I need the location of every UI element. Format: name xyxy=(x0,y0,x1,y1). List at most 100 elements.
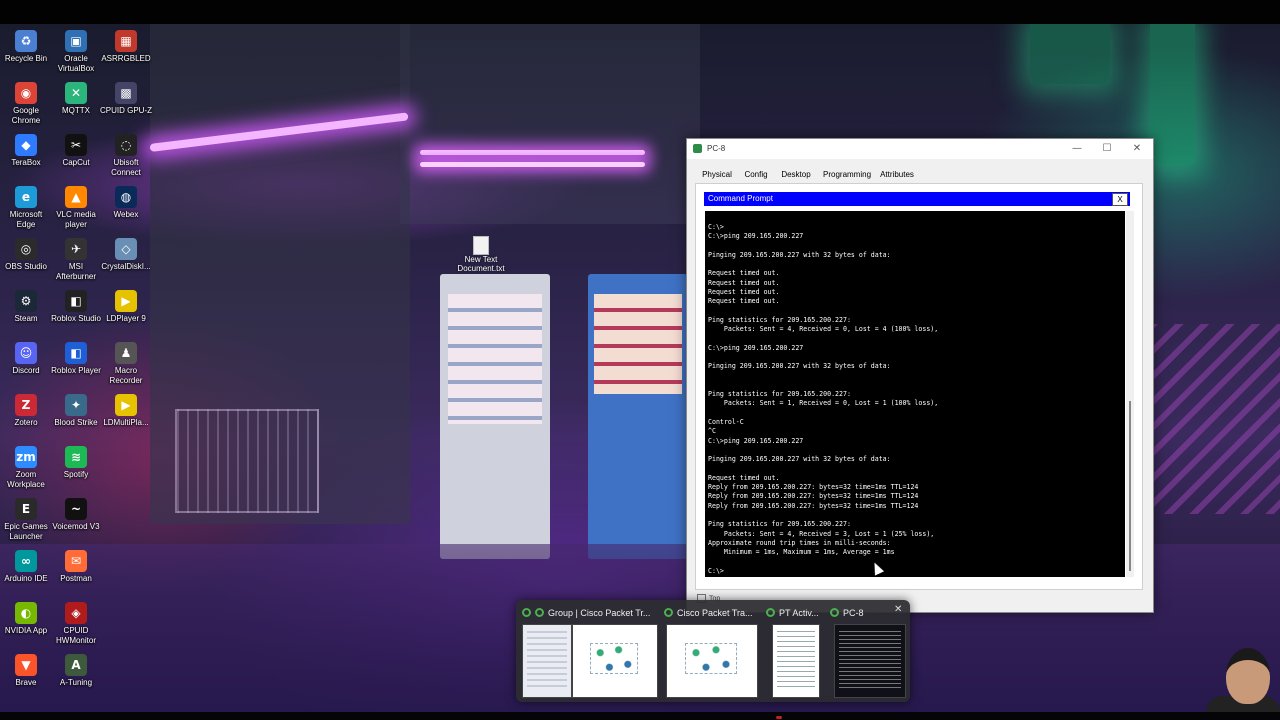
postman-icon: ✉ xyxy=(65,550,87,572)
file-label: New Text Document.txt xyxy=(457,255,505,273)
desktop-shortcut[interactable]: ⚙ Steam xyxy=(0,286,52,324)
minimize-button[interactable]: — xyxy=(1063,141,1091,157)
desktop-shortcut-label: MSI Afterburner xyxy=(55,262,97,281)
desktop-shortcut[interactable]: ▦ ASRRGBLED xyxy=(100,26,152,64)
desktop-shortcut[interactable]: zm Zoom Workplace xyxy=(0,442,52,490)
desktop-shortcut[interactable]: ~ Voicemod V3 xyxy=(50,494,102,532)
desktop-shortcut[interactable]: ◧ Roblox Player xyxy=(50,338,102,376)
command-prompt-close-button[interactable]: X xyxy=(1112,193,1128,206)
maximize-button[interactable]: ☐ xyxy=(1093,141,1121,157)
desktop-shortcut-label: MQTTX xyxy=(62,106,90,115)
preview-thumbnail[interactable] xyxy=(522,624,572,698)
desktop-shortcut[interactable]: ✉ Postman xyxy=(50,546,102,584)
epic-games-icon: E xyxy=(15,498,37,520)
wallpaper-stairs xyxy=(1150,324,1280,514)
desktop-shortcut[interactable]: ✂ CapCut xyxy=(50,130,102,168)
ubisoft-icon: ◌ xyxy=(115,134,137,156)
zoom-icon: zm xyxy=(15,446,37,468)
tab-physical[interactable]: Physical xyxy=(697,167,737,183)
blood-strike-icon: ✦ xyxy=(65,394,87,416)
desktop-shortcut[interactable]: ▶ LDPlayer 9 xyxy=(100,286,152,324)
desktop-shortcut[interactable]: ▩ CPUID GPU-Z xyxy=(100,78,152,116)
desktop-shortcut[interactable]: ▶ LDMultiPla... xyxy=(100,390,152,428)
msi-afterburner-icon: ✈ xyxy=(65,238,87,260)
preview-cisco-packet-tracer[interactable]: Cisco Packet Tra... xyxy=(664,600,760,702)
desktop-shortcut[interactable]: ◎ OBS Studio xyxy=(0,234,52,272)
command-prompt-title: Command Prompt xyxy=(708,194,773,203)
desktop-pane: Command Prompt X C:\> C:\>ping 209.165.2… xyxy=(695,183,1143,590)
packet-tracer-icon xyxy=(830,608,839,618)
recycle-bin-icon: ♻ xyxy=(15,30,37,52)
wallpaper-vending-machine xyxy=(588,274,688,559)
desktop-shortcut-label: Roblox Studio xyxy=(51,314,101,323)
desktop-shortcut[interactable]: ▣ Oracle VirtualBox xyxy=(50,26,102,74)
desktop-shortcut[interactable]: ✕ MQTTX xyxy=(50,78,102,116)
desktop-shortcut[interactable]: ▲ VLC media player xyxy=(50,182,102,230)
text-file-icon xyxy=(473,236,489,255)
terminal-scrollbar[interactable] xyxy=(1126,211,1134,577)
desktop-shortcut[interactable]: ◇ CrystalDiskI... xyxy=(100,234,152,272)
desktop-shortcut[interactable]: ∞ Arduino IDE xyxy=(0,546,52,584)
desktop-shortcut[interactable]: ☺ Discord xyxy=(0,338,52,376)
a-tuning-icon: A xyxy=(65,654,87,676)
tab-attributes[interactable]: Attributes xyxy=(879,167,915,183)
preview-group-cisco[interactable]: Group | Cisco Packet Tr... xyxy=(522,600,658,702)
desktop-shortcut[interactable]: e Microsoft Edge xyxy=(0,182,52,230)
scrollbar-thumb[interactable] xyxy=(1129,401,1131,571)
window-titlebar[interactable]: PC-8 — ☐ ✕ xyxy=(687,139,1153,159)
desktop-shortcut[interactable]: ▼ Brave xyxy=(0,650,52,688)
desktop-shortcut-label: Oracle VirtualBox xyxy=(57,54,95,73)
desktop-shortcut[interactable]: ≋ Spotify xyxy=(50,442,102,480)
mqttx-icon: ✕ xyxy=(65,82,87,104)
desktop-file-new-text-document[interactable]: New Text Document.txt xyxy=(453,236,509,273)
preview-pc-8[interactable]: PC-8 ✕ xyxy=(830,600,906,702)
desktop-shortcut[interactable]: ◐ NVIDIA App xyxy=(0,598,52,636)
preview-thumbnail[interactable] xyxy=(772,624,820,698)
preview-pt-activity[interactable]: PT Activ... xyxy=(766,600,826,702)
desktop-shortcut[interactable]: Z Zotero xyxy=(0,390,52,428)
desktop-shortcut-label: LDPlayer 9 xyxy=(106,314,146,323)
desktop-shortcut-label: Brave xyxy=(15,678,37,687)
desktop-shortcut-label: Zoom Workplace xyxy=(7,470,45,489)
desktop-shortcut[interactable]: ◉ Google Chrome xyxy=(0,78,52,126)
top-letterbox xyxy=(0,0,1280,24)
preview-thumbnail[interactable] xyxy=(834,624,906,698)
desktop-shortcut[interactable]: ◍ Webex xyxy=(100,182,152,220)
desktop-shortcut[interactable]: ✦ Blood Strike xyxy=(50,390,102,428)
preview-thumbnail[interactable] xyxy=(572,624,658,698)
voicemod-icon: ~ xyxy=(65,498,87,520)
desktop-shortcut[interactable]: ◧ Roblox Studio xyxy=(50,286,102,324)
obs-icon: ◎ xyxy=(15,238,37,260)
packet-tracer-icon xyxy=(522,608,531,618)
desktop-shortcut-label: Discord xyxy=(12,366,40,375)
desktop-shortcut-label: Spotify xyxy=(63,470,89,479)
desktop-shortcut-label: Steam xyxy=(14,314,38,323)
tab-config[interactable]: Config xyxy=(741,167,771,183)
desktop-shortcut-label: OBS Studio xyxy=(5,262,47,271)
ldplayer-icon: ▶ xyxy=(115,290,137,312)
hwmonitor-icon: ◈ xyxy=(65,602,87,624)
desktop-shortcut[interactable]: ♻ Recycle Bin xyxy=(0,26,52,64)
desktop-shortcut-label: Roblox Player xyxy=(51,366,101,375)
packet-tracer-icon xyxy=(766,608,775,618)
packet-tracer-icon xyxy=(535,608,544,618)
desktop-shortcut[interactable]: ✈ MSI Afterburner xyxy=(50,234,102,282)
desktop-shortcut-label: A-Tuning xyxy=(59,678,93,687)
tab-programming[interactable]: Programming xyxy=(823,167,871,183)
wallpaper-cart xyxy=(175,409,319,513)
desktop-shortcut[interactable]: ◈ CPUID HWMonitor xyxy=(50,598,102,646)
desktop-shortcut[interactable]: E Epic Games Launcher xyxy=(0,494,52,542)
terminal-output[interactable]: C:\> C:\>ping 209.165.200.227 Pinging 20… xyxy=(705,211,1125,577)
pc-window[interactable]: PC-8 — ☐ ✕ Physical Config Desktop Progr… xyxy=(686,138,1154,613)
close-icon[interactable]: ✕ xyxy=(894,604,902,615)
desktop-shortcut[interactable]: ♟ Macro Recorder xyxy=(100,338,152,386)
close-button[interactable]: ✕ xyxy=(1123,141,1151,157)
desktop-shortcut[interactable]: ◌ Ubisoft Connect xyxy=(100,130,152,178)
preview-thumbnail[interactable] xyxy=(666,624,758,698)
desktop-shortcut-label: CrystalDiskI... xyxy=(101,262,151,271)
desktop-shortcut-label: LDMultiPla... xyxy=(103,418,149,427)
brave-icon: ▼ xyxy=(15,654,37,676)
desktop-shortcut[interactable]: A A-Tuning xyxy=(50,650,102,688)
webex-icon: ◍ xyxy=(115,186,137,208)
desktop-shortcut[interactable]: ◆ TeraBox xyxy=(0,130,52,168)
